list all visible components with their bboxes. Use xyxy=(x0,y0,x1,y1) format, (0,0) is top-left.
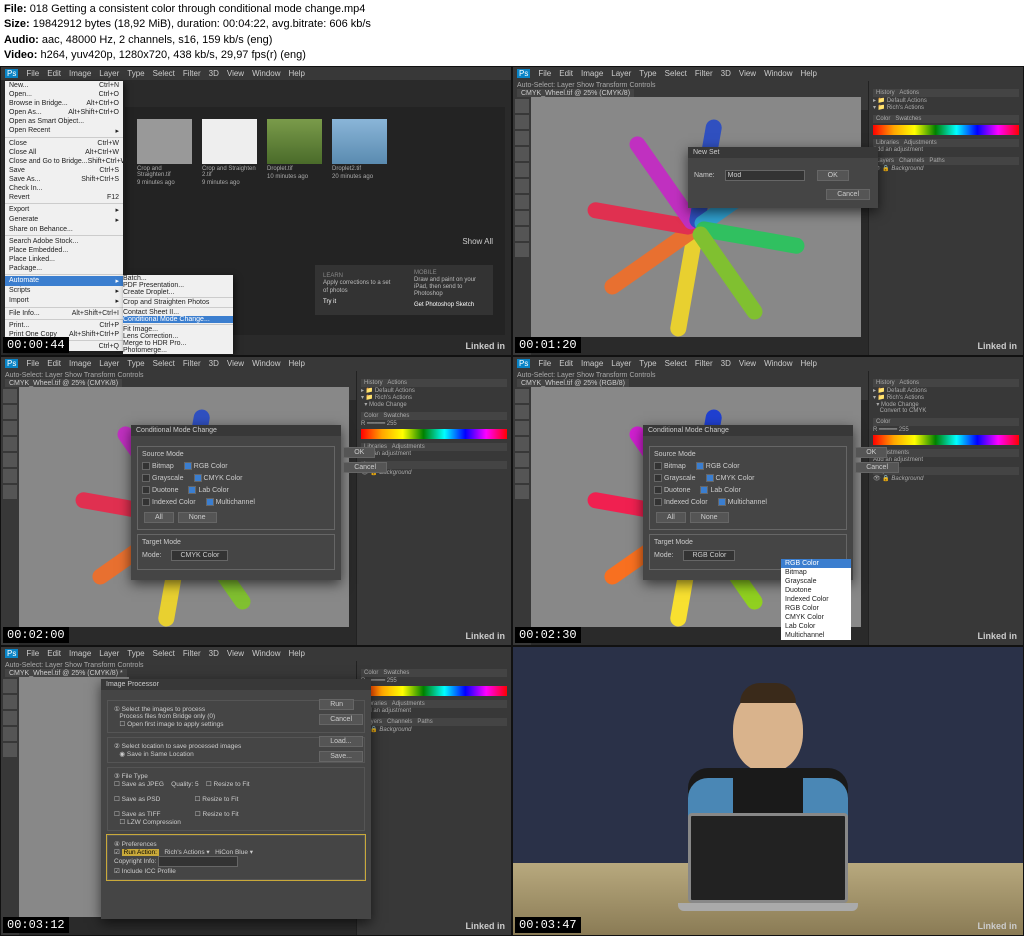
ok-button[interactable]: OK xyxy=(343,447,375,458)
file-menu[interactable]: New...Ctrl+NOpen...Ctrl+OBrowse in Bridg… xyxy=(5,81,123,351)
recent-thumb[interactable]: Droplet2.tif20 minutes ago xyxy=(332,119,387,186)
menubar[interactable]: Ps FileEditImageLayerTypeSelectFilter3DV… xyxy=(513,357,1023,370)
canvas[interactable] xyxy=(531,97,861,337)
run-button[interactable]: Run xyxy=(319,699,354,710)
menubar[interactable]: Ps FileEditImageLayerTypeSelectFilter3DV… xyxy=(1,357,511,370)
right-panels[interactable]: History Actions ▸ 📁 Default Actions ▾ 📁 … xyxy=(356,371,511,645)
thumb-6: 00:03:47 Linked in xyxy=(512,646,1024,936)
toolbox[interactable] xyxy=(1,387,19,645)
thumb-5: Ps FileEditImageLayerTypeSelectFilter3DV… xyxy=(0,646,512,936)
timestamp: 00:02:30 xyxy=(515,627,581,643)
recent-thumb[interactable]: Droplet.tif10 minutes ago xyxy=(267,119,322,186)
ps-icon: Ps xyxy=(5,69,18,78)
right-panels[interactable]: Color Swatches R ━━━━━ 255 Libraries Adj… xyxy=(356,661,511,935)
cancel-button[interactable]: Cancel xyxy=(343,462,387,473)
thumbnail-grid: Ps FileEditImage LayerTypeSelect Filter3… xyxy=(0,66,1024,936)
menubar[interactable]: Ps FileEditImageLayerTypeSelectFilter3DV… xyxy=(513,67,1023,80)
menubar[interactable]: Ps FileEditImage LayerTypeSelect Filter3… xyxy=(1,67,511,80)
cancel-button[interactable]: Cancel xyxy=(319,714,363,725)
ok-button[interactable]: OK xyxy=(817,170,849,181)
file-info-header: File: 018 Getting a consistent color thr… xyxy=(0,0,1024,66)
linkedin-badge: Linked in xyxy=(465,631,505,641)
laptop xyxy=(688,813,848,913)
learn-cards: LEARNApply corrections to a set of photo… xyxy=(315,265,493,315)
toolbox[interactable] xyxy=(513,97,531,355)
image-processor-dialog[interactable]: Image Processor ① Select the images to p… xyxy=(101,679,371,919)
recent-thumb[interactable]: Crop and Straighten.tif9 minutes ago xyxy=(137,119,192,186)
right-panels[interactable]: History Actions ▸ 📁 Default Actions ▾ 📁 … xyxy=(868,371,1023,645)
menubar[interactable]: Ps FileEditImageLayerTypeSelectFilter3DV… xyxy=(1,647,511,660)
cmc-dialog[interactable]: Conditional Mode Change Source Mode Bitm… xyxy=(131,425,341,580)
name-input[interactable] xyxy=(725,170,805,181)
toolbox[interactable] xyxy=(1,677,19,935)
linkedin-badge: Linked in xyxy=(977,341,1017,351)
cancel-button[interactable]: Cancel xyxy=(855,462,899,473)
timestamp: 00:03:47 xyxy=(515,917,581,933)
ok-button[interactable]: OK xyxy=(855,447,887,458)
toolbox[interactable] xyxy=(513,387,531,645)
right-panels[interactable]: History Actions ▸ 📁 Default Actions ▾ 📁 … xyxy=(868,81,1023,355)
linkedin-badge: Linked in xyxy=(977,631,1017,641)
thumb-1: Ps FileEditImage LayerTypeSelect Filter3… xyxy=(0,66,512,356)
mode-dropdown[interactable]: RGB ColorBitmapGrayscaleDuotoneIndexed C… xyxy=(781,559,851,640)
timestamp: 00:01:20 xyxy=(515,337,581,353)
timestamp: 00:00:44 xyxy=(3,337,69,353)
thumb-3: Ps FileEditImageLayerTypeSelectFilter3DV… xyxy=(0,356,512,646)
thumb-2: Ps FileEditImageLayerTypeSelectFilter3DV… xyxy=(512,66,1024,356)
automate-submenu[interactable]: Batch...PDF Presentation...Create Drople… xyxy=(123,275,233,354)
timestamp: 00:03:12 xyxy=(3,917,69,933)
thumb-4: Ps FileEditImageLayerTypeSelectFilter3DV… xyxy=(512,356,1024,646)
show-all-link[interactable]: Show All xyxy=(462,237,493,246)
recent-thumb[interactable]: Crop and Straighten 2.tif9 minutes ago xyxy=(202,119,257,186)
cancel-button[interactable]: Cancel xyxy=(826,189,870,200)
cmc-dialog[interactable]: Conditional Mode Change Source Mode Bitm… xyxy=(643,425,853,580)
linkedin-badge: Linked in xyxy=(977,921,1017,931)
linkedin-badge: Linked in xyxy=(465,341,505,351)
linkedin-badge: Linked in xyxy=(465,921,505,931)
new-set-dialog[interactable]: New Set Name: OK Cancel xyxy=(688,147,878,208)
mode-select[interactable]: RGB Color xyxy=(683,550,735,561)
timestamp: 00:02:00 xyxy=(3,627,69,643)
